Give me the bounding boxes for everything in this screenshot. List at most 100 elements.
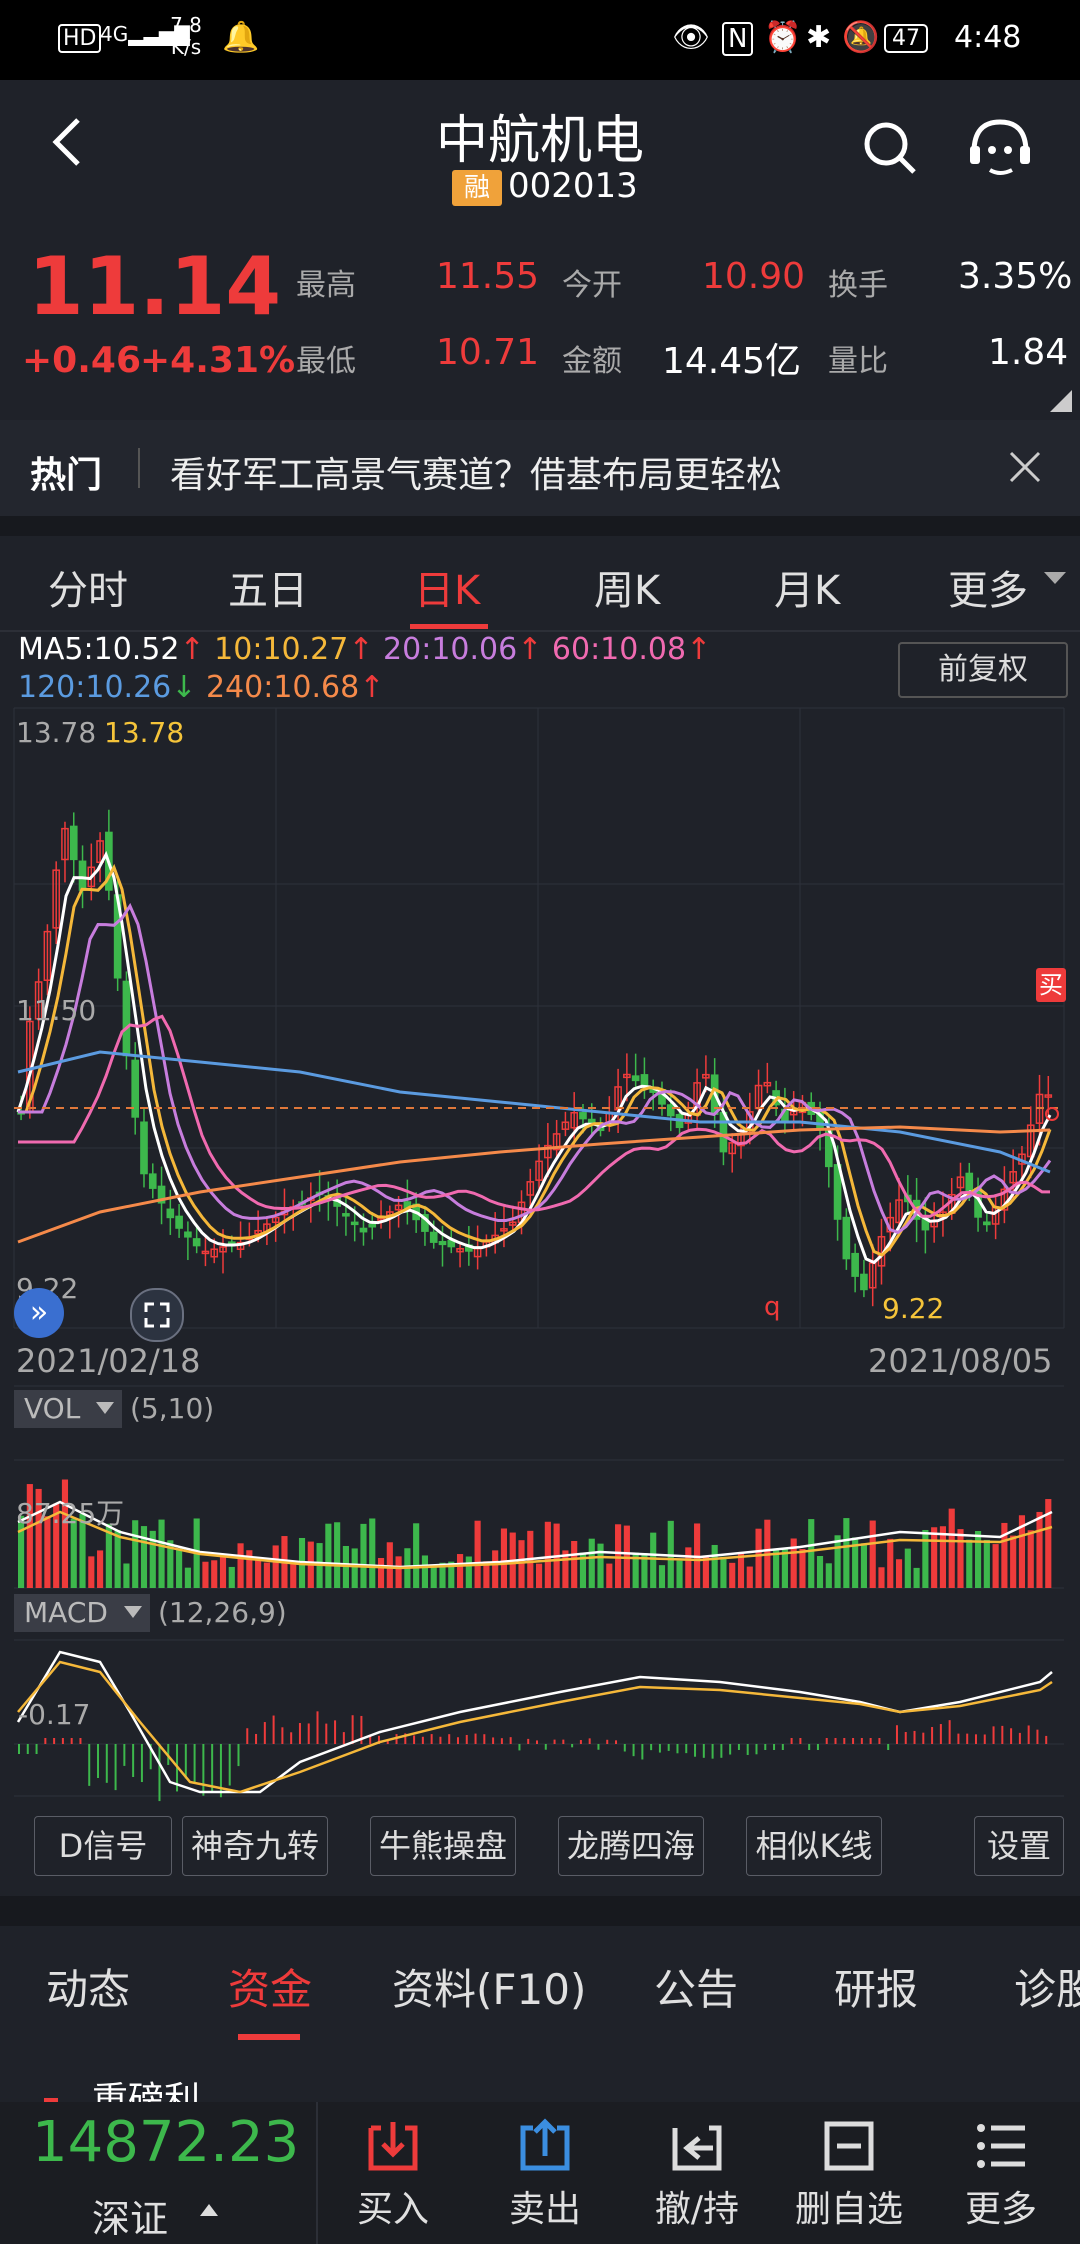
hot-banner[interactable]: 热门 看好军工高景气赛道？借基布局更轻松 xyxy=(0,420,1080,516)
tool-bull-bear[interactable]: 牛熊操盘 xyxy=(370,1816,516,1876)
volume-bar xyxy=(931,1527,938,1588)
tab-f10[interactable]: 资料(F10) xyxy=(392,1956,586,2017)
tab-day-k[interactable]: 日K xyxy=(414,558,480,616)
cancel-icon xyxy=(672,2125,722,2171)
quote-panel: 11.14 +0.46 +4.31% 最高 11.55 今开 10.90 换手 … xyxy=(0,222,1080,420)
vol-params: (5,10) xyxy=(130,1392,215,1425)
macd-bar xyxy=(509,1737,512,1744)
macd-bar xyxy=(325,1723,328,1744)
volume-bar xyxy=(869,1520,876,1588)
tool-similar-k[interactable]: 相似K线 xyxy=(746,1816,882,1876)
stat-value-amount: 14.45亿 xyxy=(662,341,802,382)
tab-more[interactable]: 更多 xyxy=(948,558,1028,616)
chevron-down-icon xyxy=(124,1606,142,1618)
macd-bar xyxy=(334,1720,337,1744)
volume-bar xyxy=(790,1538,797,1588)
notification-icon: 🔔 xyxy=(222,20,260,55)
stat-value-turnover: 3.35% xyxy=(958,256,1073,297)
tab-funds[interactable]: 资金 xyxy=(228,1956,312,2017)
tool-settings[interactable]: 设置 xyxy=(974,1816,1064,1876)
kline-chart-area[interactable]: MA5:10.52↑ 10:10.27↑ 20:10.06↑ 60:10.08↑… xyxy=(0,632,1080,1806)
volume-bar xyxy=(360,1523,367,1588)
buy-signal-marker[interactable]: 买 xyxy=(1036,968,1066,1002)
stat-value-low: 10.71 xyxy=(436,332,540,373)
volume-bar xyxy=(1036,1511,1043,1588)
divider xyxy=(138,448,140,488)
tab-fenshi[interactable]: 分时 xyxy=(48,558,128,616)
volume-bar xyxy=(957,1529,964,1588)
macd-bar xyxy=(746,1744,749,1755)
volume-bar xyxy=(755,1528,762,1588)
macd-bar xyxy=(974,1734,977,1744)
price-change-pct: +4.31% xyxy=(140,340,296,381)
cancel-hold-button[interactable]: 撤/持 xyxy=(637,2118,757,2232)
tab-five-day[interactable]: 五日 xyxy=(228,558,308,616)
section-gap xyxy=(0,516,1080,536)
tab-research[interactable]: 研报 xyxy=(834,1956,918,2017)
vol-selector[interactable]: VOL xyxy=(14,1390,122,1428)
expand-corner-icon[interactable] xyxy=(1050,390,1072,412)
volume-bar xyxy=(966,1539,973,1588)
volume-bar xyxy=(474,1520,481,1588)
active-tab-indicator xyxy=(238,2034,300,2040)
macd-bar xyxy=(272,1715,275,1744)
volume-bar xyxy=(465,1556,472,1588)
volume-bar xyxy=(685,1547,692,1588)
macd-bar xyxy=(26,1744,29,1754)
tool-dragon[interactable]: 龙腾四海 xyxy=(558,1816,704,1876)
volume-bar xyxy=(825,1563,832,1588)
macd-bar xyxy=(992,1726,995,1744)
volume-bar xyxy=(922,1529,929,1588)
tab-diagnosis[interactable]: 诊股 xyxy=(1014,1956,1080,2017)
candle-body xyxy=(192,1238,201,1247)
fullscreen-button[interactable] xyxy=(130,1288,184,1342)
macd-bar xyxy=(799,1738,802,1744)
macd-bar xyxy=(105,1744,108,1783)
macd-bar xyxy=(553,1739,556,1744)
volume-bar xyxy=(219,1556,227,1588)
volume-bar xyxy=(351,1548,358,1588)
ma120-line xyxy=(17,1050,1051,1174)
macd-bar xyxy=(755,1744,758,1755)
volume-bar xyxy=(255,1559,262,1588)
buy-button[interactable]: 买入 xyxy=(333,2118,453,2232)
tab-month-k[interactable]: 月K xyxy=(774,558,840,616)
tool-magic-nine[interactable]: 神奇九转 xyxy=(182,1816,328,1876)
close-icon[interactable] xyxy=(1008,450,1042,484)
macd-lines xyxy=(16,1650,1053,1794)
candle-body xyxy=(429,1231,438,1243)
tool-d-signal[interactable]: D信号 xyxy=(34,1816,172,1876)
macd-bar xyxy=(492,1737,495,1744)
volume-bar xyxy=(816,1555,824,1588)
more-label: 更多 xyxy=(964,2189,1037,2230)
tab-news[interactable]: 动态 xyxy=(46,1956,130,2017)
tab-announcements[interactable]: 公告 xyxy=(654,1956,738,2017)
expand-left-icon[interactable]: » xyxy=(14,1288,64,1338)
hot-text[interactable]: 看好军工高景气赛道？借基布局更轻松 xyxy=(170,446,782,498)
divider xyxy=(316,2102,318,2244)
macd-bar xyxy=(448,1734,451,1744)
macd-bar xyxy=(852,1738,855,1744)
stock-header: 中航机电 融 002013 xyxy=(0,80,1080,222)
sell-button[interactable]: 卖出 xyxy=(485,2118,605,2232)
macd-bar xyxy=(193,1744,196,1783)
volume-bar xyxy=(711,1544,718,1588)
macd-bar xyxy=(228,1744,231,1786)
index-ticker[interactable]: 14872.23 深证 xyxy=(0,2102,316,2244)
tab-week-k[interactable]: 周K xyxy=(594,558,660,616)
volume-bar xyxy=(948,1508,955,1588)
fullscreen-icon xyxy=(144,1302,170,1328)
index-name: 深证 xyxy=(92,2197,169,2241)
macd-selector[interactable]: MACD xyxy=(14,1594,150,1632)
macd-bar xyxy=(957,1733,960,1744)
candle-body xyxy=(148,1173,157,1189)
more-button[interactable]: 更多 xyxy=(941,2118,1061,2232)
customer-service-button[interactable] xyxy=(966,116,1034,180)
kline-mid-label: 11.50 xyxy=(16,994,97,1027)
volume-bar xyxy=(123,1563,130,1588)
search-button[interactable] xyxy=(860,118,920,178)
chart-svg xyxy=(13,707,1065,1802)
remove-watchlist-button[interactable]: 删自选 xyxy=(789,2118,909,2232)
cancel-hold-label: 撤/持 xyxy=(654,2189,740,2230)
candle-body xyxy=(983,1221,991,1226)
